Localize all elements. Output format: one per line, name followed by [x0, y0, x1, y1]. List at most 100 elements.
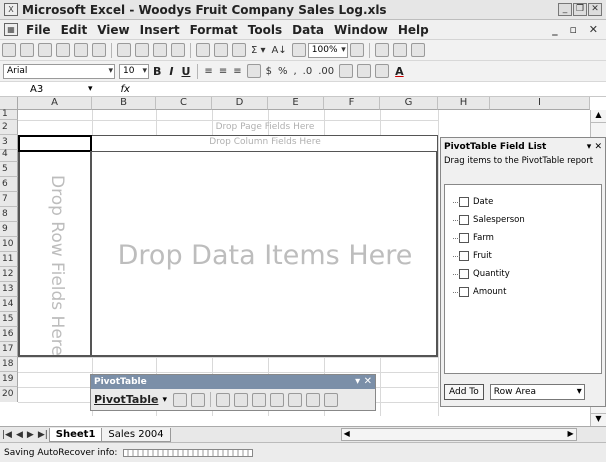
dropdown-icon[interactable]: ▾	[162, 395, 167, 405]
sheet-tab-sales-2004[interactable]: Sales 2004	[101, 427, 171, 442]
row-header[interactable]: 16	[0, 327, 18, 342]
bold-button[interactable]: B	[153, 65, 161, 78]
column-header[interactable]: H	[438, 97, 490, 110]
sort-ascending-icon[interactable]: A↓	[272, 45, 287, 56]
menu-view[interactable]: View	[97, 23, 129, 37]
field-item-fruit[interactable]: Fruit	[445, 247, 601, 265]
toolbar-options-icon[interactable]	[410, 43, 425, 57]
scroll-down-icon[interactable]: ▼	[591, 413, 606, 426]
always-display-items-icon[interactable]	[287, 392, 302, 407]
scroll-left-icon[interactable]: ◀	[344, 429, 350, 438]
row-header[interactable]: 5	[0, 162, 18, 177]
help-icon[interactable]	[349, 43, 364, 57]
open-icon[interactable]	[20, 43, 34, 57]
name-box-dropdown-icon[interactable]: ▾	[88, 84, 93, 94]
row-header[interactable]: 2	[0, 120, 18, 135]
decrease-decimal-icon[interactable]: .00	[318, 66, 334, 77]
column-header[interactable]: G	[380, 97, 438, 110]
currency-icon[interactable]: $	[266, 66, 272, 77]
add-to-button[interactable]: Add To	[444, 384, 484, 400]
column-header[interactable]: C	[156, 97, 212, 110]
reply-changes-icon[interactable]	[374, 43, 389, 57]
copy-icon[interactable]	[153, 43, 167, 57]
field-item-date[interactable]: Date	[445, 193, 601, 211]
document-icon[interactable]: ▦	[4, 23, 18, 36]
field-item-farm[interactable]: Farm	[445, 229, 601, 247]
drop-row-fields-zone[interactable]: Drop Row Fields Here	[22, 170, 90, 360]
column-header[interactable]: I	[490, 97, 590, 110]
new-icon[interactable]	[2, 43, 16, 57]
font-size-select[interactable]: 10	[119, 63, 149, 79]
last-sheet-icon[interactable]: ▶|	[38, 430, 48, 440]
chart-wizard-icon[interactable]	[190, 392, 205, 407]
excel-app-icon[interactable]: X	[4, 3, 18, 16]
spelling-icon[interactable]	[117, 43, 131, 57]
align-right-icon[interactable]: ≡	[233, 66, 241, 77]
italic-button[interactable]: I	[169, 65, 173, 78]
row-header[interactable]: 14	[0, 297, 18, 312]
row-header[interactable]: 19	[0, 372, 18, 387]
permission-icon[interactable]	[56, 43, 70, 57]
autosum-icon[interactable]: Σ ▾	[251, 45, 266, 56]
row-header[interactable]: 7	[0, 192, 18, 207]
sheet-tab-sheet1[interactable]: Sheet1	[48, 427, 103, 442]
save-icon[interactable]	[38, 43, 52, 57]
chart-wizard-icon[interactable]	[291, 43, 306, 57]
minimize-icon[interactable]: _	[558, 3, 572, 16]
row-header[interactable]: 15	[0, 312, 18, 327]
row-header[interactable]: 9	[0, 222, 18, 237]
row-header[interactable]: 13	[0, 282, 18, 297]
close-icon[interactable]: ✕	[588, 3, 602, 16]
scroll-right-icon[interactable]: ▶	[568, 429, 574, 438]
menu-tools[interactable]: Tools	[248, 23, 282, 37]
document-window-controls[interactable]: _ ▫ ✕	[552, 23, 602, 36]
merge-center-icon[interactable]	[246, 64, 261, 78]
column-header[interactable]: F	[324, 97, 380, 110]
paste-icon[interactable]	[171, 43, 185, 57]
row-header[interactable]: 3	[0, 135, 18, 150]
menu-help[interactable]: Help	[398, 23, 429, 37]
field-item-amount[interactable]: Amount	[445, 283, 601, 301]
hyperlink-icon[interactable]	[232, 43, 246, 57]
field-item-quantity[interactable]: Quantity	[445, 265, 601, 283]
field-item-salesperson[interactable]: Salesperson	[445, 211, 601, 229]
column-header[interactable]: B	[92, 97, 156, 110]
pivottable-menu-button[interactable]: PivotTable	[94, 393, 158, 406]
indent-icon[interactable]	[339, 64, 354, 78]
restore-icon[interactable]: ❐	[573, 3, 587, 16]
first-sheet-icon[interactable]: |◀	[2, 430, 12, 440]
horizontal-scrollbar[interactable]: ◀ ▶	[340, 428, 577, 441]
hide-field-list-icon[interactable]	[323, 392, 338, 407]
menu-window[interactable]: Window	[334, 23, 388, 37]
column-header[interactable]: E	[268, 97, 324, 110]
font-name-select[interactable]: Arial	[3, 63, 115, 79]
undo-icon[interactable]	[196, 43, 210, 57]
menu-edit[interactable]: Edit	[61, 23, 88, 37]
show-detail-icon[interactable]	[233, 392, 248, 407]
row-header[interactable]: 11	[0, 252, 18, 267]
row-header[interactable]: 4	[0, 150, 18, 162]
row-header[interactable]: 8	[0, 207, 18, 222]
redo-icon[interactable]	[214, 43, 228, 57]
menu-data[interactable]: Data	[292, 23, 324, 37]
refresh-icon[interactable]	[251, 392, 266, 407]
increase-decimal-icon[interactable]: .0	[303, 66, 313, 77]
row-header[interactable]: 10	[0, 237, 18, 252]
row-header[interactable]: 17	[0, 342, 18, 357]
name-box[interactable]: A3	[0, 83, 80, 96]
row-header[interactable]: 18	[0, 357, 18, 372]
zoom-select[interactable]: 100%	[307, 42, 348, 58]
borders-icon[interactable]	[357, 64, 372, 78]
row-header[interactable]: 12	[0, 267, 18, 282]
pivottable-toolbar-title-bar[interactable]: PivotTable ▾ ✕	[91, 375, 375, 389]
function-icon[interactable]: fx	[121, 84, 130, 95]
prev-sheet-icon[interactable]: ◀	[16, 430, 23, 440]
scroll-up-icon[interactable]: ▲	[591, 110, 606, 123]
close-icon[interactable]: ▾ ✕	[355, 375, 372, 389]
print-icon[interactable]	[74, 43, 88, 57]
menu-format[interactable]: Format	[190, 23, 238, 37]
next-sheet-icon[interactable]: ▶	[27, 430, 34, 440]
selected-cell-a3[interactable]	[18, 135, 92, 152]
format-report-icon[interactable]	[172, 392, 187, 407]
review-icon[interactable]	[392, 43, 407, 57]
